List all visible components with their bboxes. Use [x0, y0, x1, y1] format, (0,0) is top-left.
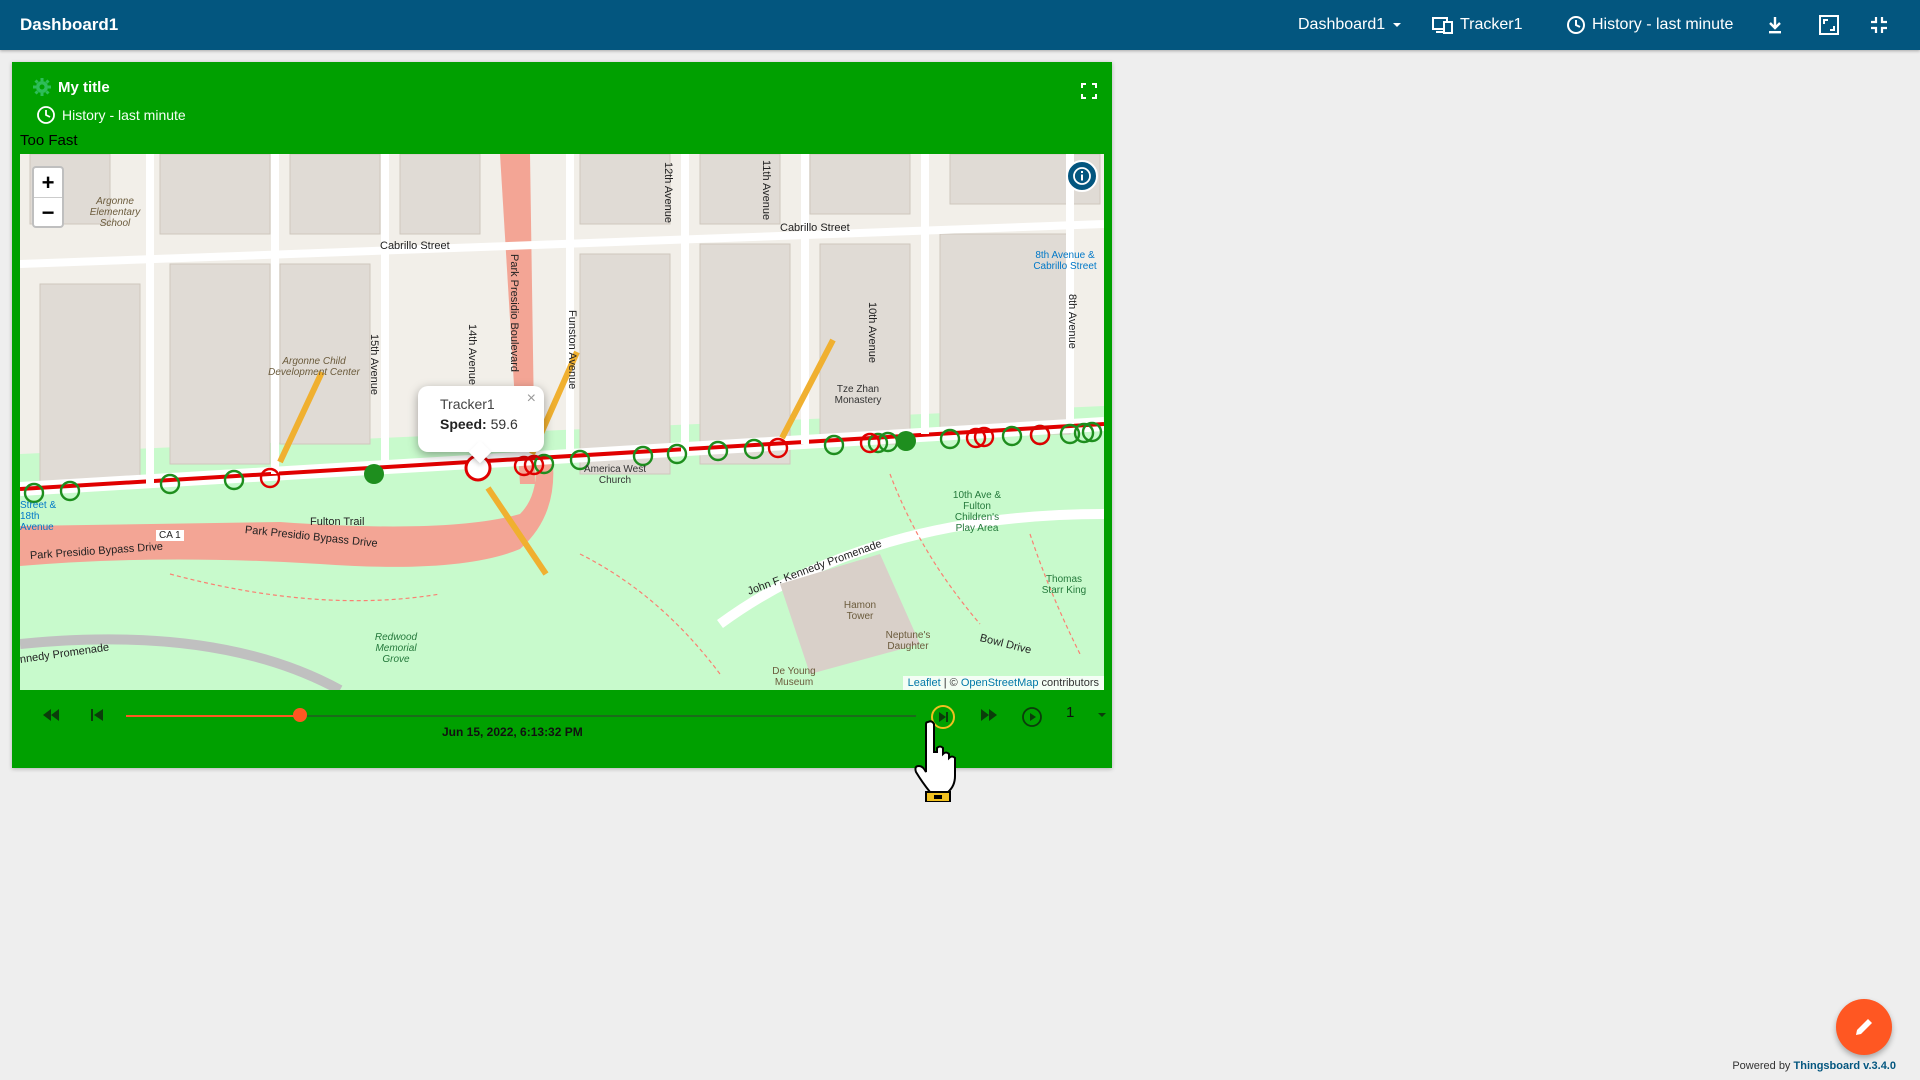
widget-timewindow[interactable]: History - last minute	[36, 104, 186, 126]
map-label: Funston Avenue	[566, 310, 578, 390]
map-label: Argonne Child Development Center	[268, 356, 360, 378]
dashboard-title: Dashboard1	[20, 15, 119, 34]
exit-fullscreen-button[interactable]	[1870, 0, 1888, 50]
thingsboard-link[interactable]: Thingsboard v.3.4.0	[1794, 1060, 1897, 1072]
playback-time: Jun 15, 2022, 6:13:32 PM	[442, 725, 583, 739]
speed-dropdown-button[interactable]	[1092, 700, 1112, 730]
info-icon	[1073, 167, 1091, 185]
map-label: 14th Avenue	[466, 324, 478, 385]
powered-by: Powered by Thingsboard v.3.4.0	[1732, 1060, 1896, 1072]
info-button[interactable]	[1066, 160, 1098, 192]
timeline-knob[interactable]	[292, 708, 307, 722]
tracker-popup: Tracker1 Speed: 59.6 ×	[418, 386, 544, 464]
entity-select[interactable]: Tracker1	[1432, 0, 1523, 50]
caret-down-icon	[1391, 19, 1403, 31]
map-label: Tze Zhan Monastery	[834, 384, 882, 406]
widget-title: My title	[58, 78, 110, 96]
map-attribution: Leaflet | © OpenStreetMap contributors	[902, 676, 1104, 690]
fast-rewind-icon	[43, 709, 59, 721]
mouse-cursor	[912, 720, 962, 807]
map-label: Street & 18th Avenue	[20, 500, 57, 533]
map-label: Park Presidio Boulevard	[508, 254, 520, 373]
clock-icon	[36, 105, 56, 125]
popup-close-button[interactable]: ×	[527, 390, 536, 408]
timewindow-label: History - last minute	[1592, 16, 1734, 33]
skip-start-button[interactable]	[82, 700, 112, 730]
devices-icon	[1432, 15, 1454, 35]
timewindow-button[interactable]: History - last minute	[1566, 0, 1733, 50]
entity-label: Tracker1	[1460, 16, 1523, 33]
export-button[interactable]	[1766, 0, 1784, 50]
timeline-progress	[126, 715, 300, 717]
popup-entity-name: Tracker1	[440, 396, 495, 412]
widget-timewindow-label: History - last minute	[62, 107, 186, 123]
fullscreen-button[interactable]	[1818, 0, 1840, 50]
map-view[interactable]: Cabrillo Street Cabrillo Street Park Pre…	[20, 154, 1104, 690]
map-label: 11th Avenue	[760, 160, 772, 221]
map-label: Argonne Elementary School	[89, 196, 141, 229]
fast-forward-button[interactable]	[974, 700, 1004, 730]
edit-fab-button[interactable]	[1836, 999, 1892, 1055]
map-label: Neptune's Daughter	[885, 630, 931, 652]
map-label: Thomas Starr King	[1041, 574, 1087, 596]
map-label: 12th Avenue	[662, 162, 674, 223]
fullscreen-icon	[1081, 83, 1097, 99]
fast-forward-icon	[981, 709, 997, 721]
map-label: 10th Avenue	[866, 302, 878, 363]
map-label: Cabrillo Street	[780, 222, 850, 234]
dashboard-select-label: Dashboard1	[1298, 16, 1386, 33]
playback-speed-select[interactable]: 1	[1066, 704, 1074, 721]
zoom-in-button[interactable]: +	[34, 168, 62, 197]
map-tiles	[20, 154, 1104, 690]
map-label: Hamon Tower	[843, 600, 877, 622]
popup-speed: Speed: 59.6	[440, 416, 518, 432]
popup-speed-label: Speed:	[440, 416, 487, 432]
play-circle-icon	[1022, 707, 1042, 727]
clock-icon	[1566, 15, 1586, 35]
zoom-out-button[interactable]: −	[34, 197, 62, 227]
map-label: Redwood Memorial Grove	[374, 632, 418, 665]
play-button[interactable]	[1017, 702, 1047, 732]
pencil-icon	[1856, 1019, 1872, 1035]
map-label: 8th Avenue & Cabrillo Street	[1033, 250, 1097, 272]
trip-animation-widget: My title History - last minute Too Fast	[12, 62, 1112, 768]
hand-cursor-icon	[914, 720, 956, 803]
attribution-suffix: contributors	[1038, 677, 1099, 689]
map-label: America West Church	[583, 464, 647, 486]
map-label: Fulton Trail	[310, 516, 365, 528]
dashboard-select[interactable]: Dashboard1	[1298, 0, 1403, 50]
osm-link[interactable]: OpenStreetMap	[961, 677, 1039, 689]
map-label: De Young Museum	[772, 666, 816, 688]
fast-rewind-button[interactable]	[36, 700, 66, 730]
fullscreen-icon	[1818, 14, 1840, 36]
attribution-separator: | ©	[940, 677, 961, 689]
download-icon	[1766, 15, 1784, 35]
popup-speed-value: 59.6	[490, 416, 518, 432]
top-toolbar: Dashboard1 Dashboard1 Tracker1 History -…	[0, 0, 1920, 50]
skip-previous-icon	[91, 709, 103, 721]
caret-down-icon	[1098, 713, 1106, 717]
widget-header: My title	[32, 76, 110, 98]
gear-icon	[32, 77, 52, 97]
leaflet-link[interactable]: Leaflet	[908, 677, 941, 689]
zoom-control: + −	[32, 166, 64, 228]
widget-label: Too Fast	[20, 132, 78, 149]
map-label: 10th Ave & Fulton Children's Play Area	[952, 490, 1002, 534]
map-label: 8th Avenue	[1066, 294, 1078, 349]
map-label: 15th Avenue	[368, 334, 380, 395]
widget-fullscreen-button[interactable]	[1080, 82, 1098, 100]
exit-fullscreen-icon	[1870, 16, 1888, 34]
powered-by-text: Powered by	[1732, 1060, 1794, 1072]
map-label: CA 1	[156, 530, 184, 541]
map-label: Cabrillo Street	[380, 240, 450, 252]
